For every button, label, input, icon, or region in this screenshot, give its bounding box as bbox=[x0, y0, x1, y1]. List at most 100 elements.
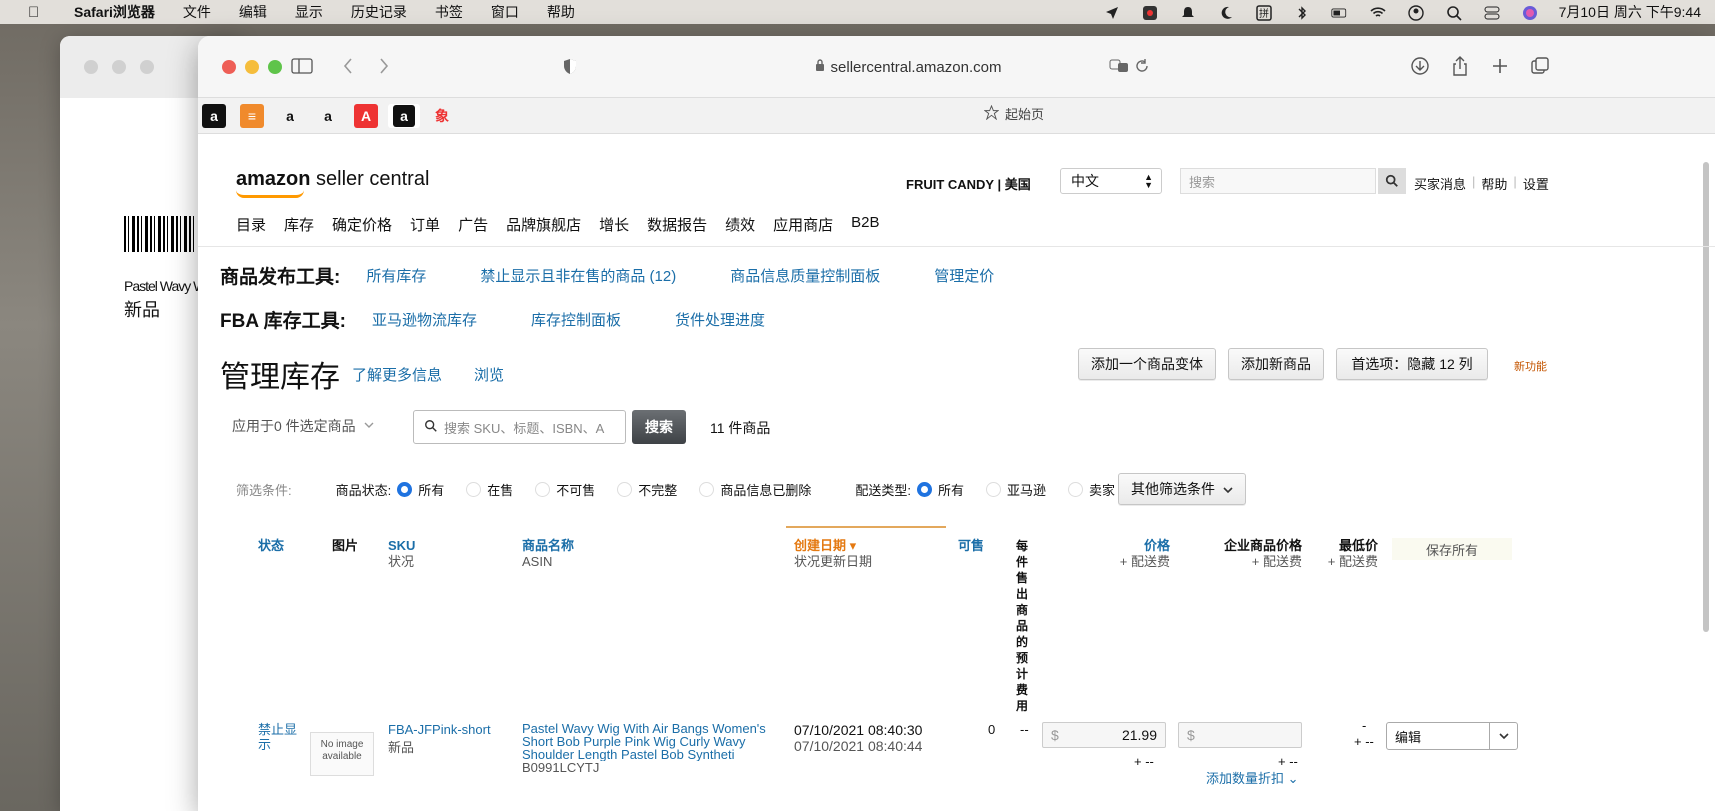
menubar-app-name[interactable]: Safari浏览器 bbox=[74, 2, 155, 22]
page-scrollbar[interactable] bbox=[1703, 162, 1709, 632]
inventory-dashboard-link[interactable]: 库存控制面板 bbox=[531, 309, 621, 330]
header-search-input[interactable]: 搜索 bbox=[1180, 168, 1376, 194]
sidebar-toggle-icon[interactable] bbox=[290, 52, 314, 80]
translate-icon[interactable] bbox=[1108, 52, 1132, 80]
row-status[interactable]: 禁止显示 bbox=[258, 722, 302, 752]
back-chevron-icon[interactable] bbox=[338, 52, 358, 80]
zoom-window-button[interactable] bbox=[268, 60, 282, 74]
status-radio-deleted[interactable] bbox=[699, 482, 715, 497]
row-sku-link[interactable]: FBA-JFPink-short bbox=[388, 722, 491, 737]
col-name[interactable]: 商品名称 ASIN bbox=[522, 538, 574, 570]
nav-appstore[interactable]: 应用商店 bbox=[773, 214, 833, 235]
edit-button[interactable]: 编辑 bbox=[1387, 727, 1489, 746]
manage-pricing-link[interactable]: 管理定价 bbox=[934, 265, 994, 286]
col-status[interactable]: 状态 bbox=[258, 538, 284, 554]
business-price-input[interactable]: $ bbox=[1178, 722, 1302, 748]
favorite-red-logo-icon[interactable]: 象 bbox=[430, 104, 454, 128]
inventory-search-button[interactable]: 搜索 bbox=[632, 410, 686, 444]
fulfillment-radio-seller[interactable] bbox=[1067, 482, 1083, 497]
preferences-button[interactable]: 首选项：隐藏 12 列 bbox=[1336, 348, 1488, 380]
menubar-item-bookmarks[interactable]: 书签 bbox=[435, 2, 463, 22]
spotlight-search-icon[interactable] bbox=[1445, 5, 1463, 21]
store-selector[interactable]: FRUIT CANDY | 美国 bbox=[906, 174, 1031, 193]
nav-stores[interactable]: 品牌旗舰店 bbox=[506, 214, 581, 235]
forward-chevron-icon[interactable] bbox=[374, 52, 394, 80]
start-page-link[interactable]: 起始页 bbox=[983, 104, 1044, 123]
menubar-item-view[interactable]: 显示 bbox=[295, 2, 323, 22]
seller-central-logo[interactable]: amazon seller central bbox=[236, 168, 429, 198]
fulfillment-option-all[interactable]: 所有 bbox=[938, 480, 964, 499]
shipment-progress-link[interactable]: 货件处理进度 bbox=[675, 309, 765, 330]
favorite-amazon-3-icon[interactable]: a bbox=[316, 104, 340, 128]
new-feature-badge[interactable]: 新功能 bbox=[1514, 358, 1547, 374]
status-radio-inactive[interactable] bbox=[535, 482, 551, 497]
favorite-store-icon[interactable]: ≡ bbox=[240, 104, 264, 128]
col-sku[interactable]: SKU 状况 bbox=[388, 538, 415, 570]
status-option-active[interactable]: 在售 bbox=[487, 480, 513, 499]
favorite-amazon-icon[interactable]: a bbox=[202, 104, 226, 128]
battery-icon[interactable] bbox=[1331, 5, 1349, 19]
suppressed-listings-link[interactable]: 禁止显示且非在售的商品 (12) bbox=[480, 265, 676, 286]
menubar-item-help[interactable]: 帮助 bbox=[547, 2, 575, 22]
favorite-amazon-2-icon[interactable]: a bbox=[278, 104, 302, 128]
nav-advertising[interactable]: 广告 bbox=[458, 214, 488, 235]
tab-overview-icon[interactable] bbox=[1528, 52, 1552, 80]
privacy-shield-icon[interactable] bbox=[560, 52, 580, 80]
status-option-all[interactable]: 所有 bbox=[418, 480, 444, 499]
input-method-icon[interactable]: 拼 bbox=[1255, 5, 1273, 21]
menubar-item-window[interactable]: 窗口 bbox=[491, 2, 519, 22]
header-search-button[interactable] bbox=[1378, 168, 1406, 194]
nav-reports[interactable]: 数据报告 bbox=[647, 214, 707, 235]
status-radio-incomplete[interactable] bbox=[617, 482, 633, 497]
save-all-button[interactable]: 保存所有 bbox=[1392, 538, 1512, 560]
nav-orders[interactable]: 订单 bbox=[410, 214, 440, 235]
moon-icon[interactable] bbox=[1217, 5, 1235, 19]
fulfillment-option-amazon[interactable]: 亚马逊 bbox=[1007, 480, 1046, 499]
fulfillment-radio-all[interactable] bbox=[916, 482, 932, 497]
wifi-icon[interactable] bbox=[1369, 5, 1387, 19]
edit-dropdown-chevron-icon[interactable] bbox=[1489, 723, 1517, 749]
price-input[interactable]: $ 21.99 bbox=[1042, 722, 1166, 748]
edit-split-button[interactable]: 编辑 bbox=[1386, 722, 1518, 750]
minimize-window-button[interactable] bbox=[245, 60, 259, 74]
status-option-incomplete[interactable]: 不完整 bbox=[638, 480, 677, 499]
menubar-item-history[interactable]: 历史记录 bbox=[351, 2, 407, 22]
reload-icon[interactable] bbox=[1132, 52, 1152, 80]
learn-more-link[interactable]: 了解更多信息 bbox=[352, 364, 442, 385]
col-available[interactable]: 可售 bbox=[958, 538, 984, 554]
favorite-a-red-icon[interactable]: A bbox=[354, 104, 378, 128]
nav-b2b[interactable]: B2B bbox=[851, 214, 879, 235]
notification-bell-icon[interactable] bbox=[1179, 5, 1197, 19]
all-inventory-link[interactable]: 所有库存 bbox=[366, 265, 426, 286]
favorite-amazon-active-icon[interactable]: a bbox=[388, 104, 420, 128]
col-created[interactable]: 创建日期 ▾ 状况更新日期 bbox=[794, 538, 872, 570]
bulk-action-select[interactable]: 应用于0 件选定商品 bbox=[232, 416, 374, 436]
bluetooth-icon[interactable] bbox=[1293, 5, 1311, 20]
menubar-clock[interactable]: 7月10日 周六 下午9:44 bbox=[1559, 2, 1701, 22]
menubar-item-edit[interactable]: 编辑 bbox=[239, 2, 267, 22]
user-account-icon[interactable] bbox=[1407, 5, 1425, 21]
add-product-button[interactable]: 添加新商品 bbox=[1228, 348, 1324, 380]
siri-icon[interactable] bbox=[1521, 5, 1539, 20]
menubar-item-file[interactable]: 文件 bbox=[183, 2, 211, 22]
fulfillment-radio-amazon[interactable] bbox=[985, 482, 1001, 497]
settings-link[interactable]: 设置 bbox=[1523, 174, 1549, 193]
add-quantity-discount-link[interactable]: 添加数量折扣 ⌄ bbox=[1206, 768, 1299, 787]
col-business-price[interactable]: 企业商品价格 + 配送费 bbox=[1208, 538, 1302, 570]
inventory-search-input[interactable]: 搜索 SKU、标题、ISBN、A bbox=[413, 410, 626, 444]
location-arrow-icon[interactable] bbox=[1103, 5, 1121, 19]
col-price[interactable]: 价格 + 配送费 bbox=[1110, 538, 1170, 570]
nav-performance[interactable]: 绩效 bbox=[725, 214, 755, 235]
close-window-button[interactable] bbox=[222, 60, 236, 74]
col-min-price[interactable]: 最低价 + 配送费 bbox=[1318, 538, 1378, 570]
row-product-name-link[interactable]: Pastel Wavy Wig With Air Bangs Women's S… bbox=[522, 722, 782, 761]
status-radio-all[interactable] bbox=[397, 482, 413, 497]
more-filters-dropdown[interactable]: 其他筛选条件 bbox=[1118, 473, 1246, 505]
browse-link[interactable]: 浏览 bbox=[474, 364, 504, 385]
status-radio-active[interactable] bbox=[466, 482, 482, 497]
new-tab-plus-icon[interactable] bbox=[1488, 52, 1512, 80]
nav-growth[interactable]: 增长 bbox=[599, 214, 629, 235]
apple-menu-icon[interactable]:  bbox=[28, 4, 48, 21]
add-variation-button[interactable]: 添加一个商品变体 bbox=[1078, 348, 1216, 380]
record-app-icon[interactable] bbox=[1141, 5, 1159, 20]
